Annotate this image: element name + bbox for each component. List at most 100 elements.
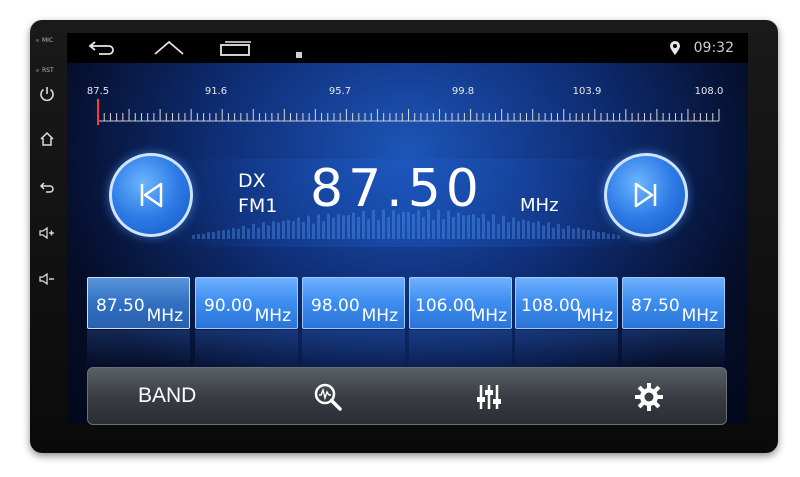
spectrum-bar xyxy=(272,221,275,239)
spectrum-bar xyxy=(357,216,360,239)
spectrum-bar xyxy=(552,227,555,239)
home-icon xyxy=(40,131,54,146)
spectrum-bar xyxy=(387,217,390,239)
reset-hole xyxy=(36,69,39,72)
equalizer-icon xyxy=(477,385,501,409)
volume-down-button[interactable] xyxy=(38,270,56,288)
location-icon xyxy=(669,40,681,60)
preset-unit: MHz xyxy=(681,306,718,326)
spectrum-bar xyxy=(567,225,570,239)
radio-screen: 09:32 87.5 91.6 95.7 99.8 103.9 108.0 DX… xyxy=(67,33,748,425)
spectrum-bar xyxy=(282,220,285,239)
back-icon xyxy=(39,182,54,193)
spectrum-bar xyxy=(302,222,305,239)
volume-down-icon xyxy=(39,272,54,286)
preset-value: 87.50 xyxy=(96,296,145,316)
spectrum-bar xyxy=(332,218,335,239)
preset-reflection xyxy=(195,330,298,370)
bezel-home-button[interactable] xyxy=(38,130,56,148)
spectrum-bar xyxy=(207,232,210,239)
status-bar: 09:32 xyxy=(67,33,748,63)
spectrum-bar xyxy=(522,219,525,239)
spectrum-bar xyxy=(287,219,290,239)
spectrum-bar xyxy=(507,222,510,239)
preset-value: 108.00 xyxy=(521,296,581,316)
spectrum-bar xyxy=(217,230,220,239)
spectrum-bar xyxy=(432,220,435,239)
volume-up-icon xyxy=(39,226,54,240)
spectrum-bar xyxy=(602,232,605,239)
preset-button-1[interactable]: 87.50 MHz xyxy=(87,277,190,329)
spectrum-bar xyxy=(517,221,520,239)
spectrum-bar xyxy=(527,220,530,239)
spectrum-bar xyxy=(577,227,580,239)
spectrum-bar xyxy=(377,220,380,239)
preset-button-2[interactable]: 90.00 MHz xyxy=(195,277,298,329)
power-button[interactable] xyxy=(38,85,56,103)
spectrum-bar xyxy=(512,217,515,239)
nav-recent-button[interactable] xyxy=(219,39,253,61)
spectrum-bar xyxy=(617,235,620,239)
spectrum-bar xyxy=(277,222,280,239)
preset-reflection xyxy=(622,330,725,370)
spectrum-bar xyxy=(487,221,490,239)
spectrum-bar xyxy=(307,215,310,239)
spectrum-bar xyxy=(297,217,300,239)
preset-reflection xyxy=(515,330,618,370)
spectrum-bar xyxy=(367,219,370,239)
spectrum-bar xyxy=(247,228,250,239)
nav-home-button[interactable] xyxy=(153,39,185,61)
bezel-back-button[interactable] xyxy=(38,178,56,196)
control-bar: BAND xyxy=(87,367,727,425)
preset-value: 90.00 xyxy=(204,296,253,316)
spectrum-bar xyxy=(227,229,230,239)
nav-back-button[interactable] xyxy=(87,39,117,61)
seek-next-button[interactable] xyxy=(604,153,688,237)
spectrum-bar xyxy=(252,223,255,239)
spectrum-bar xyxy=(267,225,270,239)
rst-label: RST xyxy=(42,67,54,74)
preset-reflection xyxy=(302,330,405,370)
home-icon xyxy=(154,40,184,55)
spectrum-bar xyxy=(452,216,455,239)
spectrum-bar xyxy=(532,222,535,239)
preset-reflection xyxy=(409,330,512,370)
preset-button-4[interactable]: 106.00 MHz xyxy=(409,277,512,329)
tuner-scale[interactable]: 87.5 91.6 95.7 99.8 103.9 108.0 xyxy=(67,63,748,133)
mic-label: MIC xyxy=(42,37,54,44)
preset-button-5[interactable]: 108.00 MHz xyxy=(515,277,618,329)
settings-button[interactable] xyxy=(634,382,664,412)
spectrum-bar xyxy=(202,233,205,239)
spectrum-bar xyxy=(442,219,445,239)
spectrum-bar xyxy=(232,227,235,239)
spectrum-bar xyxy=(192,235,195,239)
skip-previous-icon xyxy=(140,182,163,208)
spectrum-bar xyxy=(477,217,480,239)
band-button[interactable]: BAND xyxy=(138,384,196,408)
preset-unit: MHz xyxy=(254,306,291,326)
spectrum-bar xyxy=(607,233,610,239)
preset-value: 106.00 xyxy=(415,296,475,316)
spectrum-bar xyxy=(312,223,315,239)
spectrum-bar xyxy=(237,228,240,239)
spectrum-bar xyxy=(262,222,265,239)
settings-icon xyxy=(635,383,663,411)
volume-up-button[interactable] xyxy=(38,224,56,242)
preset-button-3[interactable]: 98.00 MHz xyxy=(302,277,405,329)
spectrum-bar xyxy=(242,225,245,239)
skip-next-icon xyxy=(634,182,657,208)
search-icon xyxy=(314,383,342,411)
spectrum-bar xyxy=(587,230,590,239)
spectrum-bar xyxy=(497,223,500,239)
preset-value: 87.50 xyxy=(631,296,680,316)
band-indicator: FM1 xyxy=(238,195,278,217)
scan-button[interactable] xyxy=(313,382,343,412)
preset-button-6[interactable]: 87.50 MHz xyxy=(622,277,725,329)
notification-icon xyxy=(295,44,303,63)
preset-reflection xyxy=(87,330,190,370)
equalizer-button[interactable] xyxy=(474,382,504,412)
recent-apps-icon xyxy=(220,41,251,56)
dx-indicator: DX xyxy=(238,170,266,192)
seek-previous-button[interactable] xyxy=(109,153,193,237)
spectrum-bar xyxy=(557,223,560,239)
